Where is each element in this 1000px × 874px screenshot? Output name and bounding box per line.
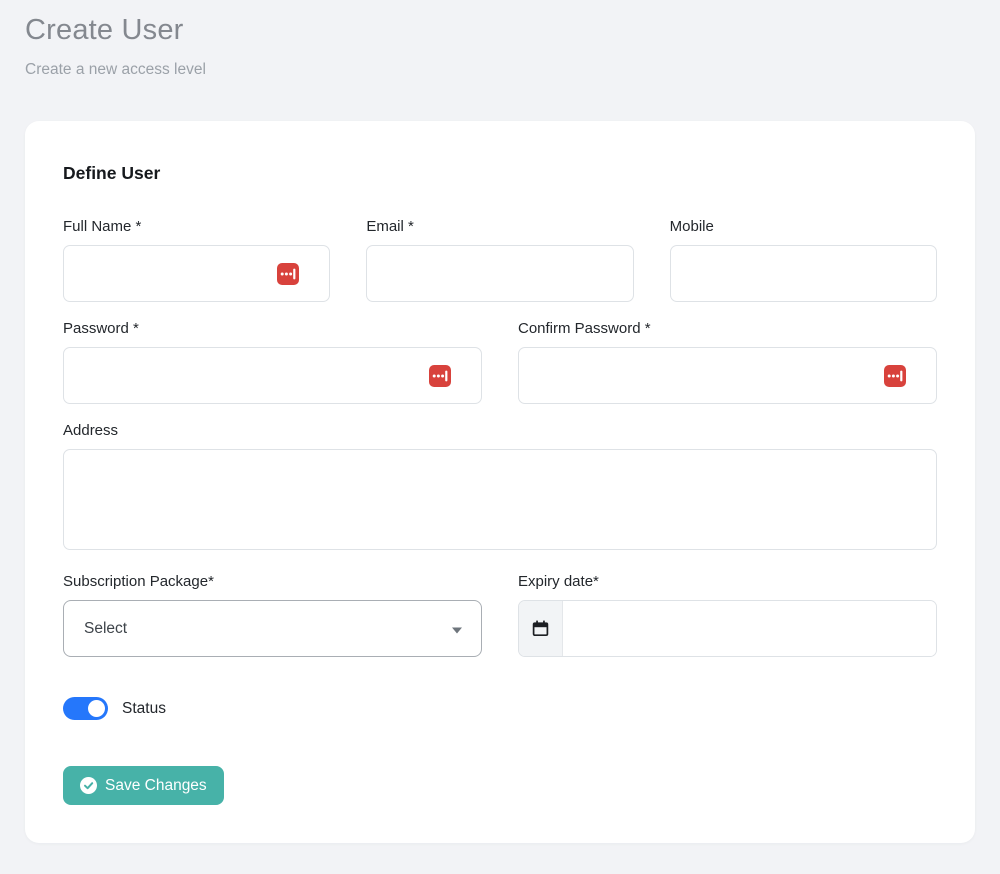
expiry-date-group: Expiry date* bbox=[518, 573, 937, 657]
confirm-password-input[interactable] bbox=[518, 347, 937, 404]
email-group: Email * bbox=[366, 218, 633, 302]
page-title: Create User bbox=[25, 14, 975, 47]
password-group: Password * bbox=[63, 320, 482, 404]
full-name-input-wrap bbox=[63, 245, 330, 302]
form-row-1: Full Name * Email * bbox=[63, 218, 937, 302]
mobile-label: Mobile bbox=[670, 218, 937, 235]
page-header: Create User Create a new access level bbox=[0, 0, 1000, 79]
expiry-date-label: Expiry date* bbox=[518, 573, 937, 590]
password-label: Password * bbox=[63, 320, 482, 337]
subscription-package-group: Subscription Package* Select bbox=[63, 573, 482, 657]
password-manager-icon[interactable] bbox=[277, 263, 299, 285]
section-heading: Define User bbox=[63, 163, 937, 184]
status-toggle[interactable] bbox=[63, 697, 108, 720]
password-input[interactable] bbox=[63, 347, 482, 404]
mobile-input[interactable] bbox=[670, 245, 937, 302]
expiry-date-input[interactable] bbox=[563, 601, 936, 656]
calendar-icon[interactable] bbox=[519, 601, 563, 656]
mobile-group: Mobile bbox=[670, 218, 937, 302]
full-name-group: Full Name * bbox=[63, 218, 330, 302]
save-changes-button[interactable]: Save Changes bbox=[63, 766, 224, 805]
email-input[interactable] bbox=[366, 245, 633, 302]
address-group: Address bbox=[63, 422, 937, 555]
subscription-package-label: Subscription Package* bbox=[63, 573, 482, 590]
check-circle-icon bbox=[80, 777, 97, 794]
confirm-password-group: Confirm Password * bbox=[518, 320, 937, 404]
email-input-wrap bbox=[366, 245, 633, 302]
caret-down-icon bbox=[452, 627, 462, 633]
password-manager-icon[interactable] bbox=[884, 365, 906, 387]
form-row-3: Subscription Package* Select Expiry date… bbox=[63, 573, 937, 657]
password-input-wrap bbox=[63, 347, 482, 404]
password-manager-icon[interactable] bbox=[429, 365, 451, 387]
subscription-package-select[interactable]: Select bbox=[63, 600, 482, 657]
status-label: Status bbox=[122, 700, 166, 718]
form-row-2: Password * Confirm Password * bbox=[63, 320, 937, 404]
expiry-date-input-group bbox=[518, 600, 937, 657]
address-label: Address bbox=[63, 422, 937, 439]
subscription-package-selected-value: Select bbox=[84, 620, 127, 638]
mobile-input-wrap bbox=[670, 245, 937, 302]
status-toggle-knob bbox=[88, 700, 105, 717]
full-name-label: Full Name * bbox=[63, 218, 330, 235]
create-user-card: Define User Full Name * Email * bbox=[25, 121, 975, 843]
status-row: Status bbox=[63, 697, 937, 720]
confirm-password-label: Confirm Password * bbox=[518, 320, 937, 337]
save-changes-label: Save Changes bbox=[105, 777, 207, 795]
confirm-password-input-wrap bbox=[518, 347, 937, 404]
address-textarea[interactable] bbox=[63, 449, 937, 550]
page-subtitle: Create a new access level bbox=[25, 61, 975, 79]
email-label: Email * bbox=[366, 218, 633, 235]
